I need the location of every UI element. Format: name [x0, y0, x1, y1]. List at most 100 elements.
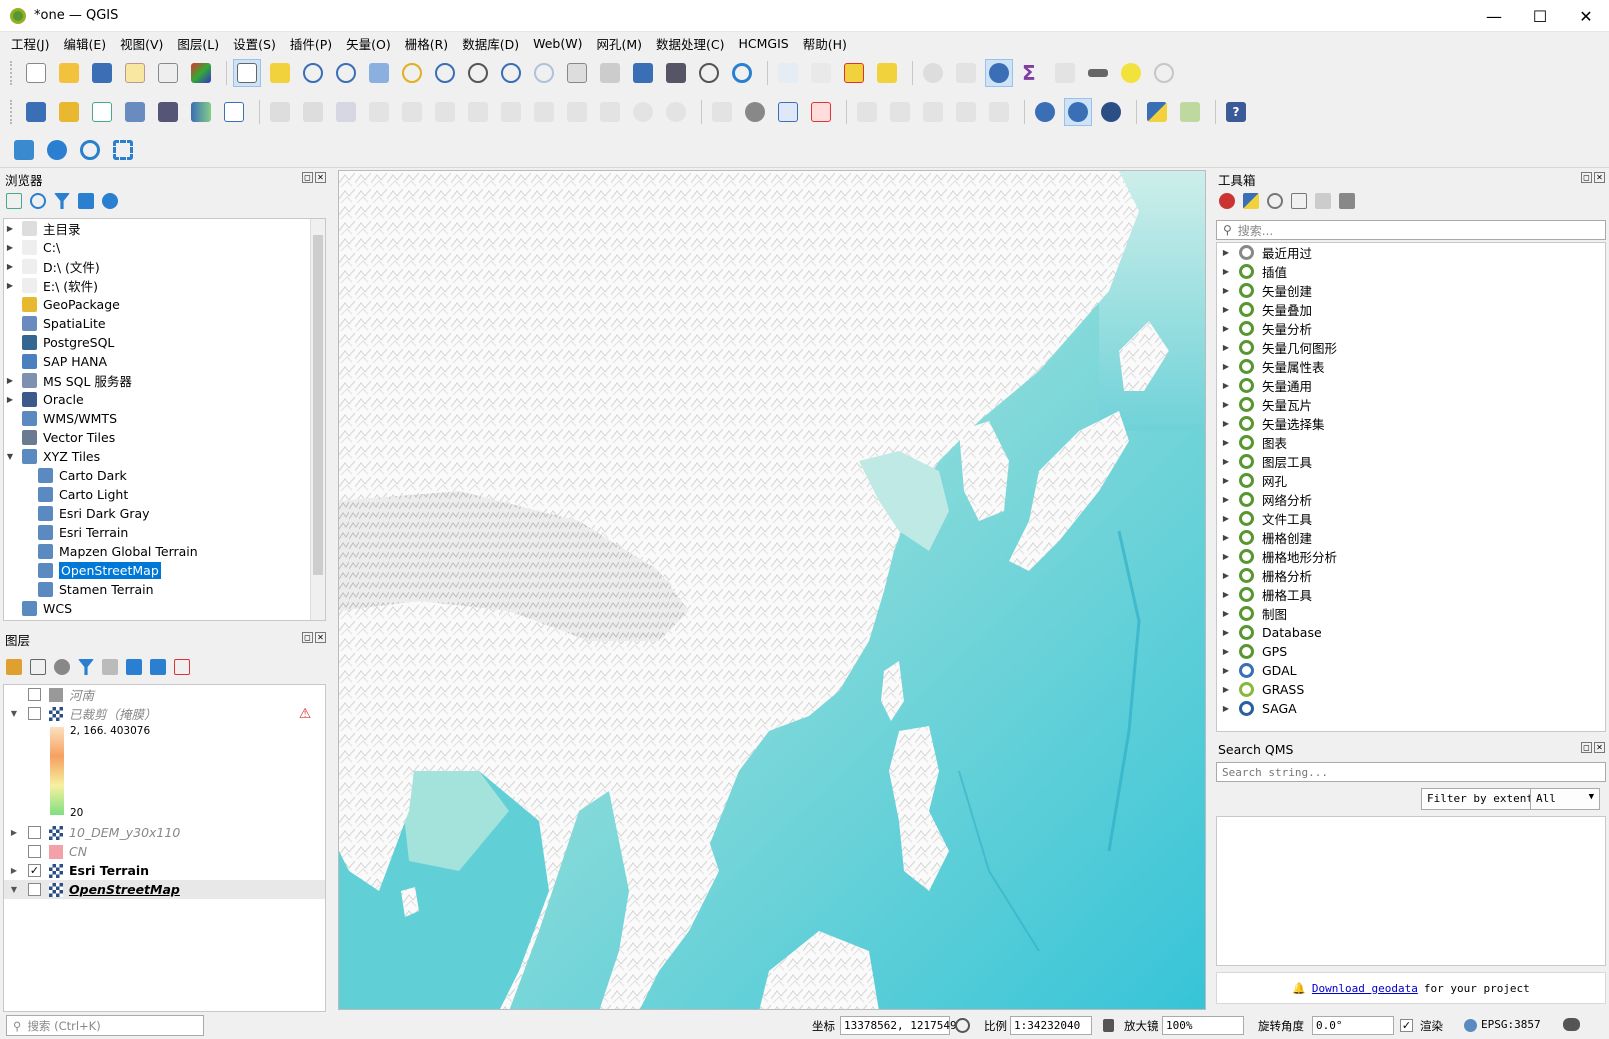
layer-visibility-checkbox[interactable] — [28, 845, 41, 858]
chevron-right-icon[interactable]: ▶ — [1219, 704, 1233, 713]
chevron-right-icon[interactable]: ▶ — [4, 262, 16, 271]
menu-settings[interactable]: 设置(S) — [226, 32, 283, 55]
new-shapefile-button[interactable] — [88, 98, 116, 126]
save-project-button[interactable] — [88, 59, 116, 87]
scale-field[interactable]: 1:34232040 — [1010, 1016, 1092, 1035]
zoom-native-button[interactable] — [464, 59, 492, 87]
history-icon[interactable] — [1267, 193, 1283, 209]
modify-attributes-button[interactable] — [464, 98, 492, 126]
toolbox-provider-item[interactable]: ▶ 矢量瓦片 — [1217, 395, 1605, 414]
browser-scrollbar[interactable] — [310, 219, 325, 620]
temporal-controller-button[interactable] — [695, 59, 723, 87]
paste-features-button[interactable] — [596, 98, 624, 126]
toolbox-provider-item[interactable]: ▶ 栅格地形分析 — [1217, 547, 1605, 566]
help-button[interactable]: ? — [1222, 98, 1250, 126]
toolbox-provider-item[interactable]: ▶ SAGA — [1217, 699, 1605, 718]
float-panel-icon[interactable]: ◻ — [302, 632, 313, 643]
digitize-button[interactable] — [365, 98, 393, 126]
terrain-basemap[interactable] — [339, 171, 1206, 1010]
zoom-last-button[interactable] — [497, 59, 525, 87]
menu-vector[interactable]: 矢量(O) — [339, 32, 398, 55]
layer-visibility-checkbox[interactable] — [28, 883, 41, 896]
menu-raster[interactable]: 栅格(R) — [398, 32, 455, 55]
search-map-button[interactable] — [76, 136, 104, 164]
filter-legend-icon[interactable] — [78, 659, 94, 675]
messages-icon[interactable] — [1563, 1018, 1580, 1031]
chevron-right-icon[interactable]: ▶ — [1219, 286, 1233, 295]
close-panel-icon[interactable]: ✕ — [1594, 742, 1605, 753]
new-virtual-layer-button[interactable] — [154, 98, 182, 126]
render-checkbox[interactable]: ✓ — [1400, 1019, 1413, 1032]
settings-button[interactable] — [43, 136, 71, 164]
chevron-right-icon[interactable]: ▶ — [1219, 647, 1233, 656]
qms-results-list[interactable] — [1216, 816, 1606, 966]
chevron-right-icon[interactable]: ▶ — [8, 866, 20, 875]
collapse-all-icon[interactable] — [150, 659, 166, 675]
browser-item[interactable]: ▶ D:\ (文件) — [4, 257, 325, 276]
browser-item[interactable]: ▶ 主目录 — [4, 219, 325, 238]
toolbox-provider-item[interactable]: ▶ 插值 — [1217, 262, 1605, 281]
pan-to-selection-button[interactable] — [266, 59, 294, 87]
toolbox-provider-item[interactable]: ▶ 网络分析 — [1217, 490, 1605, 509]
chevron-right-icon[interactable]: ▶ — [4, 395, 16, 404]
download-geodata-link[interactable]: Download geodata — [1312, 982, 1418, 995]
python-scripts-icon[interactable] — [1243, 193, 1259, 209]
toolbox-provider-item[interactable]: ▶ 矢量创建 — [1217, 281, 1605, 300]
edit-features-in-place-icon[interactable] — [1315, 193, 1331, 209]
open-project-button[interactable] — [55, 59, 83, 87]
toolbox-provider-item[interactable]: ▶ 图层工具 — [1217, 452, 1605, 471]
toolbox-provider-item[interactable]: ▶ 最近用过 — [1217, 243, 1605, 262]
chevron-right-icon[interactable]: ▶ — [1219, 476, 1233, 485]
pan-map-button[interactable] — [233, 59, 261, 87]
browser-item[interactable]: Stamen Terrain — [4, 580, 325, 599]
toolbox-provider-item[interactable]: ▶ 矢量选择集 — [1217, 414, 1605, 433]
toolbox-provider-item[interactable]: ▶ GDAL — [1217, 661, 1605, 680]
browser-item[interactable]: Carto Dark — [4, 466, 325, 485]
chevron-right-icon[interactable]: ▶ — [1219, 590, 1233, 599]
crs-label[interactable]: EPSG:3857 — [1481, 1018, 1541, 1031]
toolbox-provider-item[interactable]: ▶ 文件工具 — [1217, 509, 1605, 528]
chevron-right-icon[interactable]: ▶ — [1219, 381, 1233, 390]
models-icon[interactable] — [1219, 193, 1235, 209]
chevron-right-icon[interactable]: ▶ — [1219, 419, 1233, 428]
chevron-right-icon[interactable]: ▶ — [4, 281, 16, 290]
data-source-manager-button[interactable] — [22, 98, 50, 126]
toolbox-provider-item[interactable]: ▶ Database — [1217, 623, 1605, 642]
zoom-to-layer-button[interactable] — [431, 59, 459, 87]
add-feature-button[interactable] — [398, 98, 426, 126]
vertex-tool-button[interactable] — [431, 98, 459, 126]
browser-item[interactable]: Esri Dark Gray — [4, 504, 325, 523]
toolbar-grip[interactable] — [10, 61, 14, 85]
crs-globe-icon[interactable] — [1464, 1019, 1477, 1032]
deselect-all-button[interactable] — [840, 59, 868, 87]
browser-item[interactable]: Mapzen Global Terrain — [4, 542, 325, 561]
browser-item[interactable]: ▼ XYZ Tiles — [4, 447, 325, 466]
current-edits-button[interactable] — [266, 98, 294, 126]
layer-visibility-checkbox[interactable] — [28, 707, 41, 720]
warning-icon[interactable]: ⚠ — [297, 706, 313, 722]
new-3d-view-button[interactable] — [596, 59, 624, 87]
refresh-icon[interactable] — [30, 193, 46, 209]
browser-item[interactable]: Vector Tiles — [4, 428, 325, 447]
info-icon[interactable] — [102, 193, 118, 209]
plugin-reloader-button[interactable] — [1176, 98, 1204, 126]
select-by-value-button[interactable] — [807, 59, 835, 87]
style-manager-button[interactable] — [187, 59, 215, 87]
options-icon[interactable] — [1339, 193, 1355, 209]
browser-item[interactable]: ▶ MS SQL 服务器 — [4, 371, 325, 390]
rotate-label-button[interactable] — [952, 98, 980, 126]
browser-item[interactable]: Esri Terrain — [4, 523, 325, 542]
toolbox-provider-item[interactable]: ▶ 矢量分析 — [1217, 319, 1605, 338]
layer-item[interactable]: CN — [4, 842, 325, 861]
add-vector-button[interactable] — [220, 98, 248, 126]
menu-web[interactable]: Web(W) — [526, 34, 589, 53]
browser-item[interactable]: SpatiaLite — [4, 314, 325, 333]
menu-help[interactable]: 帮助(H) — [796, 32, 854, 55]
statistics-button[interactable]: Σ — [1018, 59, 1046, 87]
expand-all-icon[interactable] — [126, 659, 142, 675]
cut-features-button[interactable] — [530, 98, 558, 126]
toggle-editing-button[interactable] — [299, 98, 327, 126]
menu-processing[interactable]: 数据处理(C) — [649, 32, 731, 55]
chevron-down-icon[interactable]: ▼ — [8, 885, 20, 894]
menu-mesh[interactable]: 网孔(M) — [589, 32, 649, 55]
